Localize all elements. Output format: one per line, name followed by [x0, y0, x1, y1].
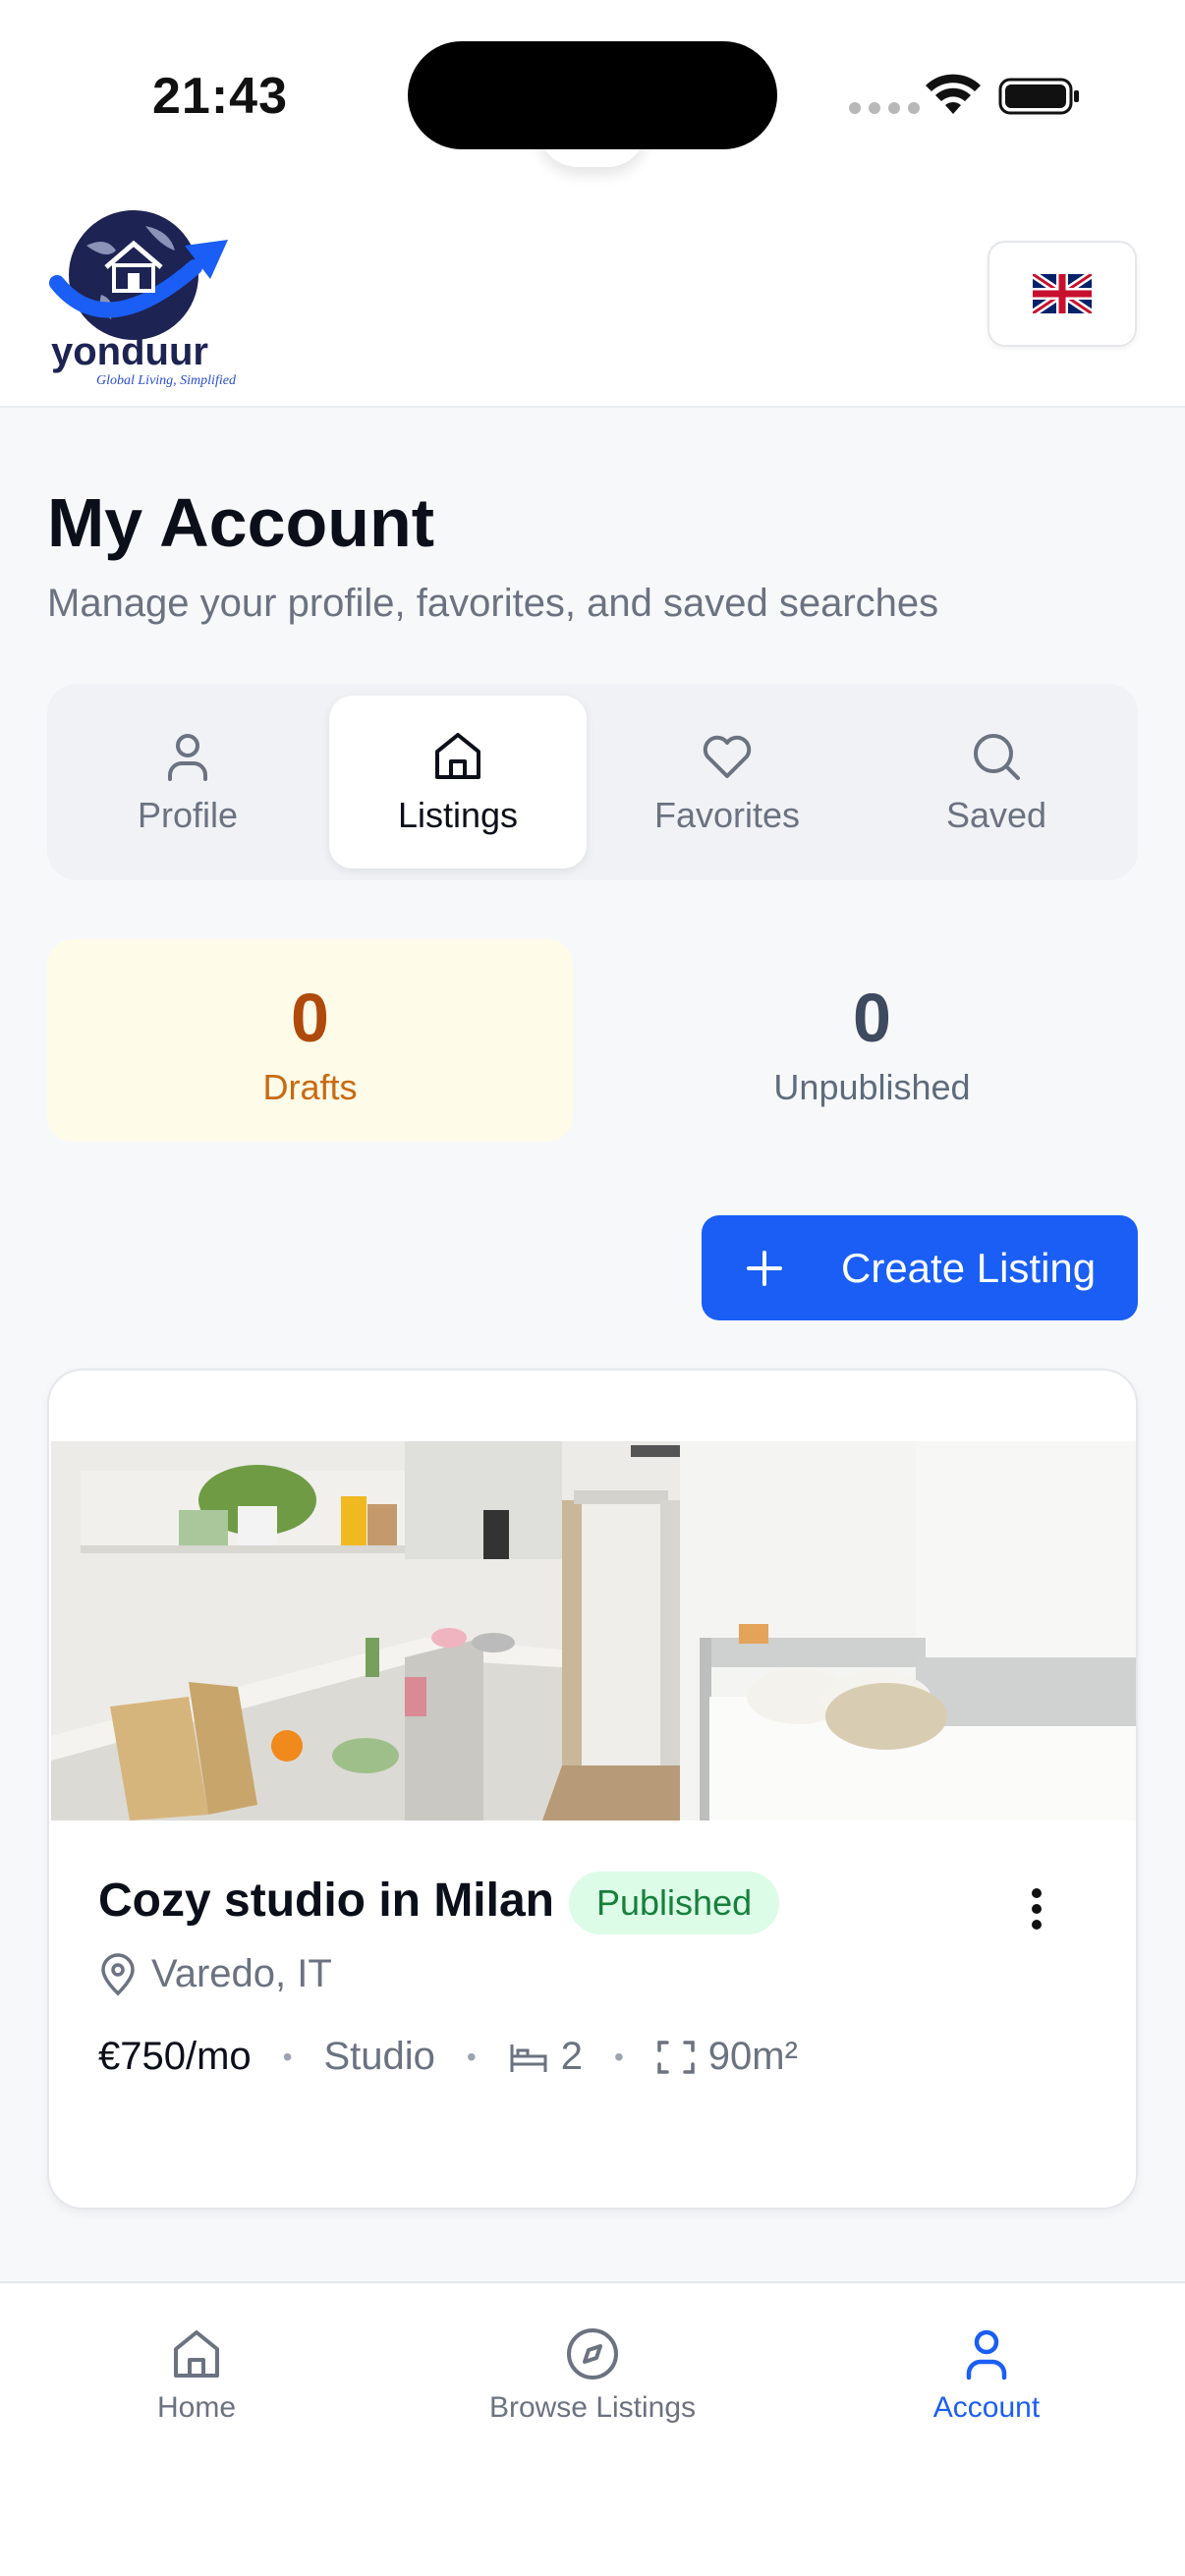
unpublished-count: 0	[853, 980, 891, 1056]
listing-location: Varedo, IT	[98, 1952, 332, 1996]
listing-title[interactable]: Cozy studio in Milan	[98, 1874, 554, 1928]
heart-icon	[703, 735, 752, 778]
drafts-stat[interactable]: 0 Drafts	[47, 939, 573, 1142]
wifi-icon	[926, 74, 981, 114]
language-selector-button[interactable]	[988, 241, 1137, 347]
create-listing-label: Create Listing	[841, 1244, 1097, 1291]
drafts-label: Drafts	[262, 1067, 358, 1107]
home-icon	[174, 2330, 219, 2378]
tab-label: Favorites	[653, 795, 801, 835]
page-subtitle: Manage your profile, favorites, and save…	[47, 582, 939, 625]
tab-label: Listings	[397, 795, 519, 835]
bottom-navigation: Home Browse Listings Account	[0, 2281, 1185, 2576]
status-badge: Published	[569, 1872, 780, 1934]
tab-label: Saved	[945, 795, 1047, 835]
nav-home[interactable]: Home	[20, 2324, 373, 2425]
user-icon	[966, 2329, 1007, 2380]
listing-type: Studio	[323, 2035, 435, 2078]
listing-card[interactable]: Cozy studio in Milan Published Varedo, I…	[47, 1369, 1138, 2210]
separator-dot: •	[613, 2041, 624, 2072]
tab-listings[interactable]: Listings	[329, 696, 587, 868]
globe-logo-icon	[49, 210, 228, 340]
uk-flag-icon	[1033, 274, 1092, 313]
nav-browse-listings[interactable]: Browse Listings	[416, 2324, 769, 2425]
logo-wordmark: yonduur	[51, 330, 208, 373]
nav-label: Home	[156, 2391, 237, 2424]
separator-dot: •	[466, 2041, 477, 2072]
cellular-signal-icon	[849, 102, 920, 114]
dynamic-island	[408, 41, 777, 149]
logo-tagline: Global Living, Simplified	[96, 373, 236, 388]
brand-logo[interactable]: yonduur Global Living, Simplified	[47, 206, 236, 388]
user-icon	[168, 734, 207, 781]
map-pin-icon	[101, 1952, 135, 1995]
compass-icon	[567, 2328, 618, 2380]
more-options-icon[interactable]	[1012, 1879, 1061, 1938]
listing-beds: 2	[560, 2035, 583, 2078]
bed-icon	[510, 2044, 547, 2072]
listing-meta: €750/mo • Studio • 2 • 90m²	[98, 2035, 798, 2079]
location-text: Varedo, IT	[151, 1952, 332, 1995]
listing-photo	[51, 1441, 1136, 1820]
drafts-count: 0	[291, 980, 329, 1056]
app-header: yonduur Global Living, Simplified	[0, 187, 1185, 408]
battery-icon	[998, 78, 1079, 115]
clock: 21:43	[152, 68, 288, 125]
create-listing-button[interactable]: Create Listing	[702, 1215, 1138, 1320]
tab-profile[interactable]: Profile	[59, 696, 316, 868]
unpublished-label: Unpublished	[773, 1067, 971, 1107]
nav-label: Browse Listings	[488, 2391, 697, 2424]
area-icon	[657, 2040, 695, 2074]
unpublished-stat[interactable]: 0 Unpublished	[609, 939, 1135, 1142]
listing-area: 90m²	[707, 2035, 798, 2078]
listing-price: €750/mo	[98, 2035, 252, 2078]
page-title: My Account	[47, 484, 435, 561]
nav-account[interactable]: Account	[810, 2324, 1163, 2425]
home-icon	[435, 733, 480, 779]
tab-saved[interactable]: Saved	[868, 696, 1125, 868]
search-icon	[974, 734, 1020, 780]
plus-icon	[747, 1250, 782, 1286]
account-tabs: Profile Listings Favorites Saved	[47, 684, 1138, 880]
separator-dot: •	[282, 2041, 293, 2072]
tab-favorites[interactable]: Favorites	[598, 696, 856, 868]
status-bar: 21:43	[0, 0, 1185, 187]
nav-label: Account	[932, 2391, 1041, 2424]
tab-label: Profile	[137, 795, 239, 835]
